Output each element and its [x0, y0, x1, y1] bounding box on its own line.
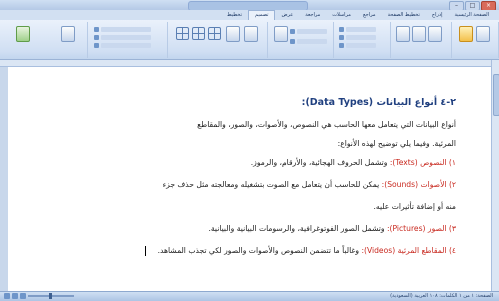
split-table-icon — [339, 42, 344, 48]
item-label-texts: ١) النصوص (Texts): — [389, 158, 456, 167]
scroll-thumb[interactable] — [493, 74, 499, 116]
item-text-pictures: وتشمل الصور الفوتوغرافية، والرسومات البي… — [208, 224, 387, 233]
item-label-pictures: ٣) الصور (Pictures): — [386, 224, 456, 233]
ribbon-group-extra — [0, 22, 46, 58]
insert-above-icon[interactable] — [396, 26, 410, 42]
list-item-sounds: ٢) الأصوات (Sounds): يمكن للحاسب أن يتعا… — [163, 179, 456, 190]
split-table-label-shape — [346, 42, 376, 48]
section-heading: ٢-٤ أنواع البيانات (Data Types): — [301, 97, 456, 108]
ribbon-group-cell-size — [270, 22, 334, 58]
merge-label-shape — [346, 26, 376, 32]
item-text-videos: وغالباً ما تتضمن النصوص والأصوات والصور … — [157, 246, 362, 255]
insert-below-icon[interactable] — [412, 26, 426, 42]
vertical-scrollbar[interactable] — [491, 60, 499, 291]
list-item-texts: ١) النصوص (Texts): وتشمل الحروف الهجائية… — [251, 157, 456, 168]
tab-design[interactable]: تصميم — [248, 10, 276, 20]
document-page[interactable]: ٢-٤ أنواع البيانات (Data Types): أنواع ا… — [8, 67, 492, 291]
row-height-field — [297, 28, 327, 34]
sort-row[interactable] — [94, 26, 151, 32]
ribbon — [0, 20, 499, 60]
text-cursor — [145, 246, 146, 256]
title-bar: – □ × — [0, 0, 499, 11]
formula-icon[interactable] — [61, 26, 75, 42]
convert-label-shape — [101, 42, 151, 48]
item-label-sounds: ٢) الأصوات (Sounds): — [381, 180, 456, 189]
full-screen-icon[interactable] — [12, 293, 18, 299]
ribbon-group-formula — [48, 22, 88, 58]
merge-icon — [339, 26, 344, 32]
split-table-row[interactable] — [339, 42, 376, 48]
status-text: الصفحة: ١ من ١ الكلمات: ١٠٨ العربية (الس… — [390, 293, 493, 299]
column-width-icon — [290, 38, 295, 44]
tab-view[interactable]: عرض — [275, 10, 299, 20]
ruler — [0, 60, 499, 67]
status-bar: الصفحة: ١ من ١ الكلمات: ١٠٨ العربية (الس… — [0, 291, 499, 301]
ribbon-group-data — [90, 22, 168, 58]
align-center-icon[interactable] — [192, 27, 205, 40]
intro-line-1: أنواع البيانات التي يتعامل معها الحاسب ه… — [197, 120, 456, 129]
web-layout-icon[interactable] — [20, 293, 26, 299]
ribbon-group-table — [454, 22, 499, 58]
item-text-texts: وتشمل الحروف الهجائية، والأرقام، والرموز… — [250, 158, 390, 167]
zoom-thumb[interactable] — [49, 293, 52, 299]
view-buttons — [4, 293, 26, 299]
tab-home[interactable]: الصفحة الرئيسية — [449, 10, 496, 20]
ribbon-tabs: الصفحة الرئيسية إدراج تخطيط الصفحة مراجع… — [0, 10, 499, 20]
print-layout-icon[interactable] — [4, 293, 10, 299]
tab-page-layout[interactable]: تخطيط الصفحة — [382, 10, 426, 20]
list-item-sounds-cont: منه أو إضافة تأثيرات عليه. — [373, 202, 456, 211]
merge-cells-row[interactable] — [339, 26, 376, 32]
autofit-icon[interactable] — [274, 26, 288, 42]
split-icon — [339, 34, 344, 40]
text-direction-icon[interactable] — [226, 26, 240, 42]
cell-margins-icon[interactable] — [244, 26, 258, 42]
repeat-header-icon — [94, 34, 99, 40]
select-table-icon[interactable] — [459, 26, 473, 42]
align-top-icon[interactable] — [176, 27, 189, 40]
split-label-shape — [346, 34, 376, 40]
item-label-videos: ٤) المقاطع المرئية (Videos): — [361, 246, 456, 255]
tab-layout[interactable]: تخطيط — [221, 10, 248, 20]
repeat-header-row[interactable] — [94, 34, 151, 40]
row-height-icon — [290, 28, 295, 34]
ribbon-group-merge — [335, 22, 391, 58]
list-item-videos: ٤) المقاطع المرئية (Videos): وغالباً ما … — [158, 245, 456, 256]
gridlines-icon[interactable] — [476, 26, 490, 42]
convert-row[interactable] — [94, 42, 151, 48]
ribbon-group-rows-columns — [392, 22, 452, 58]
align-bottom-icon[interactable] — [208, 27, 221, 40]
intro-line-2: المرئية. وفيما يلي توضيح لهذه الأنواع: — [337, 139, 456, 148]
ribbon-group-alignment — [170, 22, 268, 58]
tab-review[interactable]: مراجعة — [299, 10, 326, 20]
column-width-field — [297, 38, 327, 44]
convert-icon — [94, 42, 99, 48]
tab-insert[interactable]: إدراج — [426, 10, 449, 20]
list-item-pictures: ٣) الصور (Pictures): وتشمل الصور الفوتوغ… — [208, 223, 456, 234]
row-height-row[interactable] — [290, 28, 327, 34]
sort-icon — [94, 26, 99, 32]
item-text-sounds: يمكن للحاسب أن يتعامل مع الصوت بتشغيله و… — [162, 180, 382, 189]
split-cells-row[interactable] — [339, 34, 376, 40]
sort-label-shape — [101, 26, 151, 32]
tab-mailings[interactable]: مراسلات — [326, 10, 357, 20]
tab-references[interactable]: مراجع — [357, 10, 382, 20]
column-width-row[interactable] — [290, 38, 327, 44]
repeat-header-label-shape — [101, 34, 151, 40]
extra-tool-icon[interactable] — [16, 26, 30, 42]
zoom-slider[interactable] — [28, 293, 74, 299]
delete-icon[interactable] — [428, 26, 442, 42]
